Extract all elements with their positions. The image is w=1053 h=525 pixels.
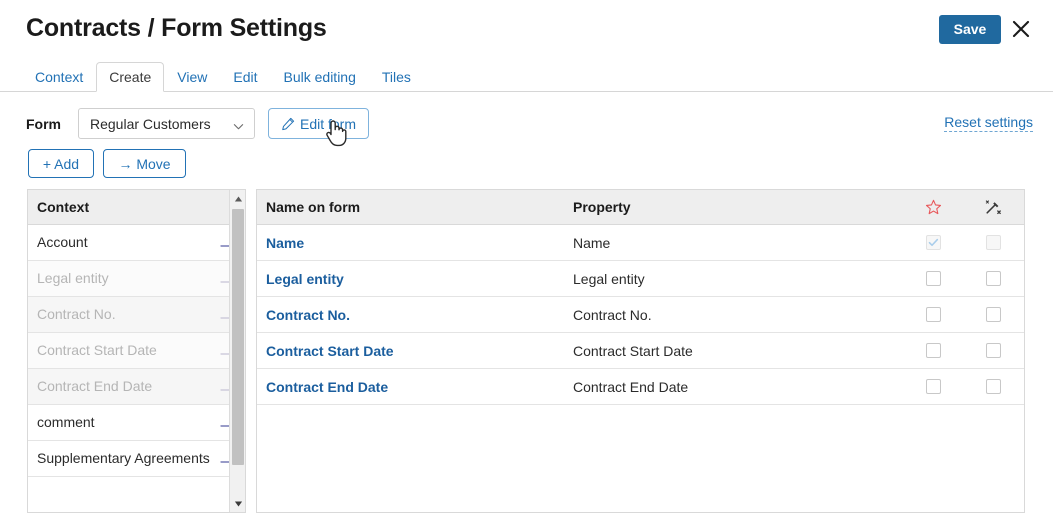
cell-name-on-form: Name [257, 235, 573, 251]
close-icon[interactable] [1009, 17, 1033, 41]
favorite-cell [903, 271, 963, 286]
tab-view[interactable]: View [164, 62, 220, 92]
table-row: Legal entity Legal entity [257, 261, 1024, 297]
context-list-item-label: comment [37, 414, 95, 430]
context-list-item-label: Contract End Date [37, 378, 153, 394]
page-title: Contracts / Form Settings [26, 14, 327, 42]
favorite-cell [903, 379, 963, 394]
magic-checkbox [985, 235, 1001, 250]
context-list-item-label: Contract No. [37, 306, 116, 322]
favorite-checkbox[interactable] [925, 271, 941, 286]
favorite-checkbox[interactable] [925, 379, 941, 394]
table-row: Contract No. Contract No. [257, 297, 1024, 333]
star-icon[interactable] [925, 199, 942, 216]
field-name-link[interactable]: Name [266, 235, 304, 251]
add-button[interactable]: + Add [28, 149, 94, 178]
fields-table-body: Name Name Legal entity Legal entity Contract… [257, 225, 1024, 405]
cell-name-on-form: Legal entity [257, 271, 573, 287]
form-select[interactable]: Regular Customers [78, 108, 255, 139]
context-list-item-label: Supplementary Agreements [37, 450, 210, 466]
cell-property: Legal entity [573, 270, 645, 287]
magic-cell [963, 307, 1023, 322]
scrollbar-thumb[interactable] [232, 209, 244, 465]
magic-wand-icon[interactable] [985, 199, 1001, 215]
context-list-item-label: Contract Start Date [37, 342, 157, 358]
favorite-checkbox[interactable] [925, 343, 941, 358]
chevron-down-icon [233, 119, 244, 130]
edit-form-button[interactable]: Edit form [268, 108, 369, 139]
context-list-item-label: Account [37, 234, 88, 250]
field-name-link[interactable]: Contract Start Date [266, 343, 394, 359]
tab-bar: Context Create View Edit Bulk editing Tiles [0, 62, 1053, 92]
tab-create[interactable]: Create [96, 62, 165, 92]
form-select-value: Regular Customers [90, 116, 211, 132]
field-name-link[interactable]: Contract End Date [266, 379, 388, 395]
save-button[interactable]: Save [939, 15, 1001, 44]
edit-form-label: Edit form [299, 115, 356, 132]
pencil-icon [281, 117, 295, 131]
cell-name-on-form: Contract No. [257, 307, 573, 323]
magic-checkbox[interactable] [985, 379, 1001, 394]
context-list-item[interactable]: comment [28, 405, 245, 441]
scroll-up-button[interactable] [230, 190, 245, 207]
context-list: Account Legal entity Contract No. Contract … [28, 225, 245, 477]
context-list-item[interactable]: Account [28, 225, 245, 261]
favorite-checkbox[interactable] [925, 307, 941, 322]
form-label: Form [26, 116, 61, 132]
magic-cell [963, 271, 1023, 286]
field-name-link[interactable]: Legal entity [266, 271, 344, 287]
magic-cell [963, 235, 1023, 250]
favorite-checkbox [925, 235, 941, 250]
cell-property: Contract End Date [573, 378, 689, 395]
cell-property: Contract No. [573, 306, 652, 323]
cell-name-on-form: Contract End Date [257, 379, 573, 395]
move-button[interactable]: → Move [103, 149, 186, 178]
field-name-link[interactable]: Contract No. [266, 307, 350, 323]
context-list-item: Contract No. [28, 297, 245, 333]
context-list-item: Contract End Date [28, 369, 245, 405]
cell-property: Contract Start Date [573, 342, 693, 359]
context-list-item: Legal entity [28, 261, 245, 297]
fields-table: Name on form Property Name Name Legal en… [256, 189, 1025, 513]
tab-bulk-editing[interactable]: Bulk editing [271, 62, 369, 92]
fields-table-header: Name on form Property [257, 190, 1024, 225]
table-row: Contract End Date Contract End Date [257, 369, 1024, 405]
scroll-down-button[interactable] [230, 495, 245, 512]
context-list-scrollbar[interactable] [229, 190, 245, 512]
favorite-cell [903, 235, 963, 250]
tab-context[interactable]: Context [22, 62, 96, 92]
magic-checkbox[interactable] [985, 271, 1001, 286]
form-settings-page: Contracts / Form Settings Save Context Cr… [0, 0, 1053, 525]
context-panel: Context Account Legal entity Contract No. C… [27, 189, 246, 513]
magic-checkbox[interactable] [985, 307, 1001, 322]
context-list-item: Contract Start Date [28, 333, 245, 369]
context-panel-title: Context [28, 190, 245, 225]
cell-name-on-form: Contract Start Date [257, 343, 573, 359]
tab-edit[interactable]: Edit [220, 62, 270, 92]
reset-settings-link[interactable]: Reset settings [944, 114, 1033, 132]
column-header-name: Name on form [266, 199, 361, 215]
favorite-cell [903, 343, 963, 358]
context-list-item-label: Legal entity [37, 270, 109, 286]
tab-tiles[interactable]: Tiles [369, 62, 424, 92]
magic-cell [963, 379, 1023, 394]
favorite-cell [903, 307, 963, 322]
magic-cell [963, 343, 1023, 358]
context-list-item[interactable]: Supplementary Agreements [28, 441, 245, 477]
table-row: Name Name [257, 225, 1024, 261]
cell-property: Name [573, 234, 611, 251]
column-header-favorite[interactable] [903, 199, 963, 216]
column-header-magic[interactable] [963, 199, 1023, 215]
table-row: Contract Start Date Contract Start Date [257, 333, 1024, 369]
magic-checkbox[interactable] [985, 343, 1001, 358]
column-header-property: Property [573, 199, 631, 215]
